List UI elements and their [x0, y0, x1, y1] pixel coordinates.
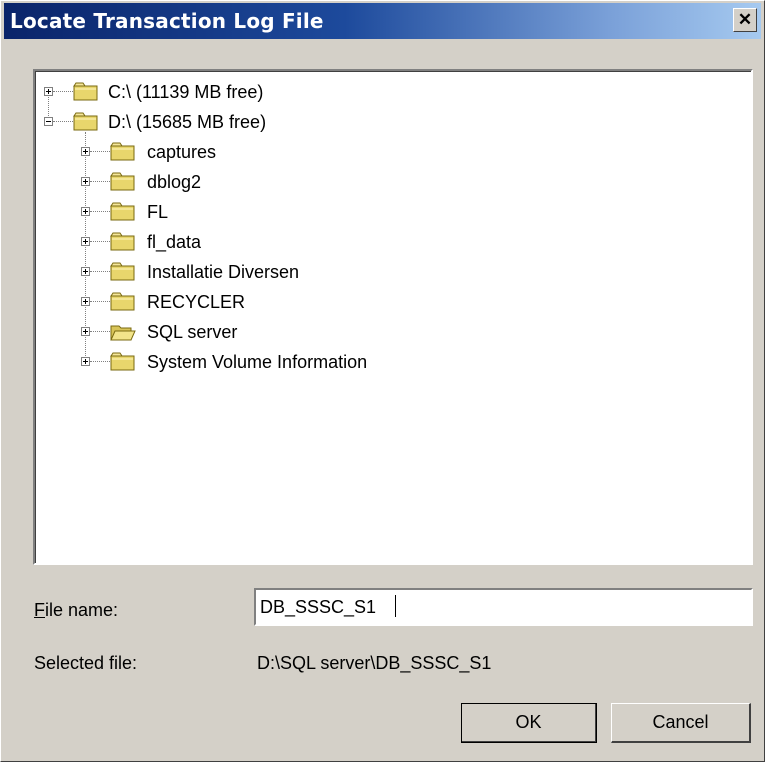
ok-button[interactable]: OK	[461, 703, 597, 743]
title-bar[interactable]: Locate Transaction Log File ✕	[4, 3, 761, 39]
tree-connector	[90, 181, 110, 182]
folder-tree-inner: C:\ (11139 MB free) D:\ (15685 MB free)	[35, 71, 751, 563]
tree-connector	[90, 301, 110, 302]
folder-icon	[110, 202, 135, 221]
folder-icon	[110, 142, 135, 161]
file-name-mnemonic: F	[34, 600, 45, 620]
tree-node-folder[interactable]: RECYCLER	[36, 291, 436, 315]
folder-icon	[73, 82, 98, 101]
tree-node-label: D:\ (15685 MB free)	[108, 112, 267, 132]
tree-connector	[53, 121, 73, 122]
file-name-label: File name:	[34, 600, 118, 621]
tree-connector	[90, 211, 110, 212]
tree-node-label: fl_data	[147, 232, 202, 252]
tree-connector	[90, 331, 110, 332]
tree-node-folder[interactable]: fl_data	[36, 231, 436, 255]
tree-node-folder[interactable]: FL	[36, 201, 436, 225]
folder-open-icon	[110, 325, 136, 341]
expand-icon[interactable]	[81, 177, 90, 186]
text-caret	[395, 595, 396, 617]
folder-icon	[110, 232, 135, 251]
tree-connector	[90, 241, 110, 242]
tree-connector	[90, 151, 110, 152]
folder-icon	[110, 262, 135, 281]
tree-node-label: SQL server	[147, 322, 238, 342]
tree-node-label: Installatie Diversen	[147, 262, 300, 282]
folder-tree[interactable]: C:\ (11139 MB free) D:\ (15685 MB free)	[33, 69, 753, 565]
tree-node-folder[interactable]: Installatie Diversen	[36, 261, 436, 285]
expand-icon[interactable]	[44, 87, 53, 96]
selected-file-value: D:\SQL server\DB_SSSC_S1	[257, 653, 492, 673]
tree-node-label: captures	[147, 142, 217, 162]
tree-node-drive-d[interactable]: D:\ (15685 MB free)	[36, 111, 436, 135]
tree-node-label: FL	[147, 202, 169, 222]
expand-icon[interactable]	[81, 267, 90, 276]
expand-icon[interactable]	[81, 237, 90, 246]
locate-transaction-log-dialog: Locate Transaction Log File ✕ C:\ (11139…	[0, 0, 765, 762]
expand-icon[interactable]	[81, 297, 90, 306]
folder-icon	[73, 112, 98, 131]
tree-node-label: System Volume Information	[147, 352, 368, 372]
folder-icon	[110, 352, 135, 371]
tree-connector	[90, 271, 110, 272]
tree-connector	[90, 361, 110, 362]
cancel-button[interactable]: Cancel	[611, 703, 751, 743]
close-button[interactable]: ✕	[733, 8, 757, 32]
folder-icon	[110, 172, 135, 191]
expand-icon[interactable]	[81, 327, 90, 336]
file-name-input[interactable]	[254, 588, 753, 626]
tree-node-label: dblog2	[147, 172, 202, 192]
tree-node-folder[interactable]: captures	[36, 141, 436, 165]
tree-connector	[53, 91, 73, 92]
tree-node-label: RECYCLER	[147, 292, 246, 312]
tree-node-label: C:\ (11139 MB free)	[108, 82, 264, 102]
collapse-icon[interactable]	[44, 117, 53, 126]
expand-icon[interactable]	[81, 207, 90, 216]
window-title: Locate Transaction Log File	[10, 9, 324, 33]
expand-icon[interactable]	[81, 147, 90, 156]
close-icon: ✕	[737, 10, 753, 29]
file-name-label-text: ile name:	[45, 600, 119, 620]
selected-file-label: Selected file:	[34, 653, 138, 673]
tree-node-folder[interactable]: System Volume Information	[36, 351, 436, 375]
expand-icon[interactable]	[81, 357, 90, 366]
tree-node-drive-c[interactable]: C:\ (11139 MB free)	[36, 81, 436, 105]
tree-node-folder[interactable]: dblog2	[36, 171, 436, 195]
tree-node-folder-selected[interactable]: SQL server	[36, 321, 436, 345]
folder-icon	[110, 292, 135, 311]
